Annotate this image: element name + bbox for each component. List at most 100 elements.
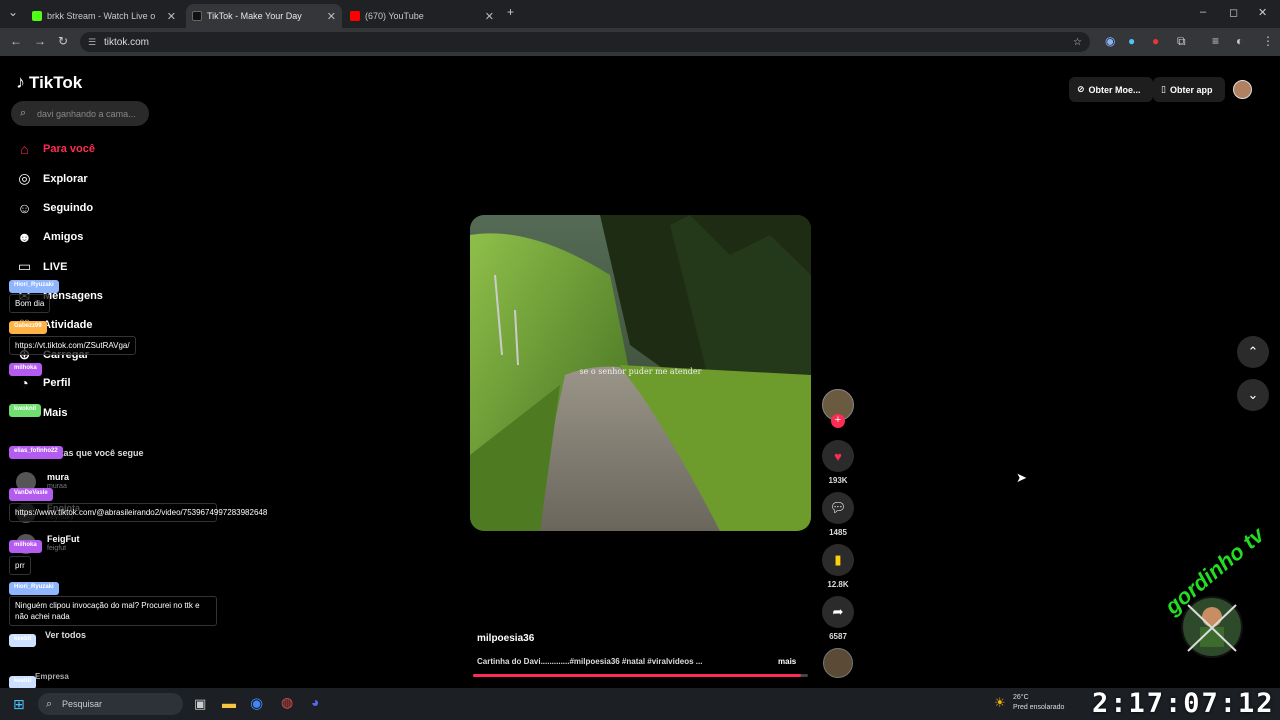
chevron-down-icon: ⌄ bbox=[1247, 387, 1259, 402]
profile-icon: ◔ bbox=[20, 375, 29, 392]
sidebar-item-para-você[interactable]: ⌂ Para você bbox=[16, 141, 95, 157]
chat-username-badge: milhoka bbox=[9, 540, 42, 553]
phone-icon: ▯ bbox=[1161, 84, 1166, 94]
tiktok-note-icon: ♪ bbox=[16, 72, 25, 92]
sidebar-item-perfil[interactable]: ◔ Perfil bbox=[16, 375, 71, 392]
minimize-icon[interactable]: – bbox=[1200, 6, 1206, 18]
chat-username-badge: kwoknil bbox=[9, 404, 42, 417]
music-disc-avatar[interactable] bbox=[823, 648, 853, 678]
tab-youtube[interactable]: (670) YouTube ✕ bbox=[344, 4, 500, 28]
description-more-link[interactable]: mais bbox=[778, 657, 796, 666]
previous-video-button[interactable]: ⌃ bbox=[1237, 336, 1269, 368]
kick-favicon-icon bbox=[32, 11, 42, 21]
following-name[interactable]: FeigFut bbox=[47, 534, 80, 544]
sidebar-item-label: Amigos bbox=[43, 230, 84, 243]
close-tab-icon[interactable]: ✕ bbox=[327, 10, 336, 23]
sidebar-item-live[interactable]: ▭ LIVE bbox=[16, 258, 68, 275]
chat-message: Bom dia bbox=[9, 294, 51, 313]
taskbar-search[interactable]: ⌕ Pesquisar bbox=[38, 693, 183, 715]
sidebar-item-label: LIVE bbox=[43, 260, 68, 273]
sidebar-item-label: Perfil bbox=[43, 377, 71, 390]
tab-search-icon[interactable]: ⌄ bbox=[8, 5, 18, 19]
comment-icon: 💬︎ bbox=[829, 500, 847, 515]
next-video-button[interactable]: ⌄ bbox=[1237, 379, 1269, 411]
extension-icon[interactable]: ● bbox=[1152, 34, 1159, 48]
sidebar-item-seguindo[interactable]: ☺ Seguindo bbox=[16, 200, 93, 216]
save-button[interactable]: ▮ bbox=[822, 544, 854, 576]
sidebar-item-label: Atividade bbox=[43, 319, 93, 332]
file-explorer-icon[interactable]: ▬ bbox=[222, 695, 236, 711]
sidebar-item-amigos[interactable]: ☻ Amigos bbox=[16, 229, 83, 245]
search-icon: ⌕ bbox=[46, 697, 53, 710]
company-link[interactable]: Empresa bbox=[35, 672, 69, 681]
tab-title: (670) YouTube bbox=[365, 11, 424, 21]
new-tab-button[interactable]: + bbox=[507, 5, 514, 19]
sidebar-item-label: Seguindo bbox=[43, 201, 94, 214]
get-coins-button[interactable]: ⊘ Obter Moe... bbox=[1069, 77, 1153, 102]
tab-kick[interactable]: brkk Stream - Watch Live o ✕ bbox=[26, 4, 182, 28]
follow-plus-icon[interactable]: + bbox=[831, 414, 845, 428]
coin-icon: ⊘ bbox=[1077, 84, 1085, 94]
site-info-icon[interactable]: ☰ bbox=[88, 37, 96, 48]
youtube-favicon-icon bbox=[350, 11, 360, 21]
bookmark-star-icon[interactable]: ☆ bbox=[1073, 37, 1082, 48]
video-progress-track[interactable] bbox=[473, 674, 808, 677]
app-icon[interactable]: ◍ bbox=[281, 694, 293, 711]
close-window-icon[interactable]: ✕ bbox=[1258, 6, 1267, 19]
taskbar-search-label: Pesquisar bbox=[62, 699, 103, 709]
chrome-icon[interactable]: ◉ bbox=[250, 694, 263, 712]
url-text: tiktok.com bbox=[104, 36, 150, 48]
bookmark-icon: ▮ bbox=[834, 552, 842, 567]
close-tab-icon[interactable]: ✕ bbox=[167, 10, 176, 23]
compass-icon: ◎ bbox=[18, 170, 31, 187]
chat-username-badge: Gabezz99 bbox=[9, 321, 47, 334]
share-arrow-icon: ➦ bbox=[832, 604, 844, 619]
tab-title: brkk Stream - Watch Live o bbox=[47, 11, 156, 21]
sidebar-item-label: Mais bbox=[43, 407, 68, 420]
share-count: 6587 bbox=[829, 632, 847, 641]
tiktok-favicon-icon bbox=[192, 11, 202, 21]
see-all-link[interactable]: Ver todos bbox=[45, 630, 86, 640]
profile-avatar-icon[interactable]: ◐ bbox=[1236, 34, 1243, 48]
video-author[interactable]: milpoesia36 bbox=[477, 633, 534, 644]
menu-dots-icon[interactable]: ⋮ bbox=[1262, 34, 1274, 48]
chat-username-badge: VanDeVasle bbox=[9, 488, 53, 501]
app-label: Obter app bbox=[1169, 84, 1213, 95]
tiktok-logo[interactable]: ♪ TikTok bbox=[16, 72, 82, 93]
chat-message: https://www.tiktok.com/@abrasileirando2/… bbox=[9, 503, 267, 522]
extension-icon[interactable]: ◉ bbox=[1105, 34, 1115, 48]
chat-message: https://vt.tiktok.com/ZSutRAVga/ bbox=[9, 336, 136, 355]
comment-button[interactable]: 💬︎ bbox=[822, 492, 854, 524]
live-icon: ▭ bbox=[17, 258, 32, 275]
weather-temp: 26°C bbox=[1013, 694, 1029, 701]
windows-start-icon[interactable]: ⊞ bbox=[13, 696, 25, 713]
tab-list-icon[interactable]: ≡ bbox=[1212, 34, 1219, 48]
reload-icon[interactable]: ↻ bbox=[58, 34, 68, 48]
following-name[interactable]: mura bbox=[47, 472, 69, 482]
get-app-button[interactable]: ▯ Obter app bbox=[1153, 77, 1225, 102]
close-tab-icon[interactable]: ✕ bbox=[485, 10, 494, 23]
weather-widget[interactable]: 26°C Pred ensolarado bbox=[1013, 693, 1064, 713]
restore-icon[interactable]: ◻ bbox=[1229, 6, 1238, 19]
forward-icon[interactable]: → bbox=[34, 34, 46, 48]
like-button[interactable]: ♥ bbox=[822, 440, 854, 472]
sidebar-item-label: Para você bbox=[43, 143, 95, 155]
sidebar-item-explorar[interactable]: ◎ Explorar bbox=[16, 170, 87, 187]
user-avatar[interactable] bbox=[1233, 80, 1252, 99]
omnibox[interactable]: ☰ tiktok.com ☆ bbox=[80, 32, 1090, 52]
windows-taskbar: ⊞ ⌕ Pesquisar ▣ ▬ ◉ ◍ ◕ ☀ 26°C Pred enso… bbox=[0, 688, 1280, 720]
back-icon[interactable]: ← bbox=[10, 34, 22, 48]
weather-sun-icon: ☀ bbox=[994, 695, 1006, 710]
video-player[interactable]: se o senhor puder me atender bbox=[470, 215, 811, 531]
extensions-puzzle-icon[interactable]: ⧉ bbox=[1177, 34, 1186, 49]
tab-title: TikTok - Make Your Day bbox=[207, 11, 302, 21]
share-button[interactable]: ➦ bbox=[822, 596, 854, 628]
discord-icon[interactable]: ◕ bbox=[311, 694, 319, 710]
search-input[interactable]: ⌕ davi ganhando a cama... bbox=[11, 101, 149, 126]
extension-icon[interactable]: ● bbox=[1128, 34, 1135, 48]
stream-clock-overlay: 2:17:07:12 bbox=[1092, 688, 1275, 719]
tab-tiktok[interactable]: TikTok - Make Your Day ✕ bbox=[186, 4, 342, 28]
task-view-icon[interactable]: ▣ bbox=[194, 696, 206, 712]
home-icon: ⌂ bbox=[20, 141, 29, 157]
chevron-up-icon: ⌃ bbox=[1247, 344, 1259, 359]
